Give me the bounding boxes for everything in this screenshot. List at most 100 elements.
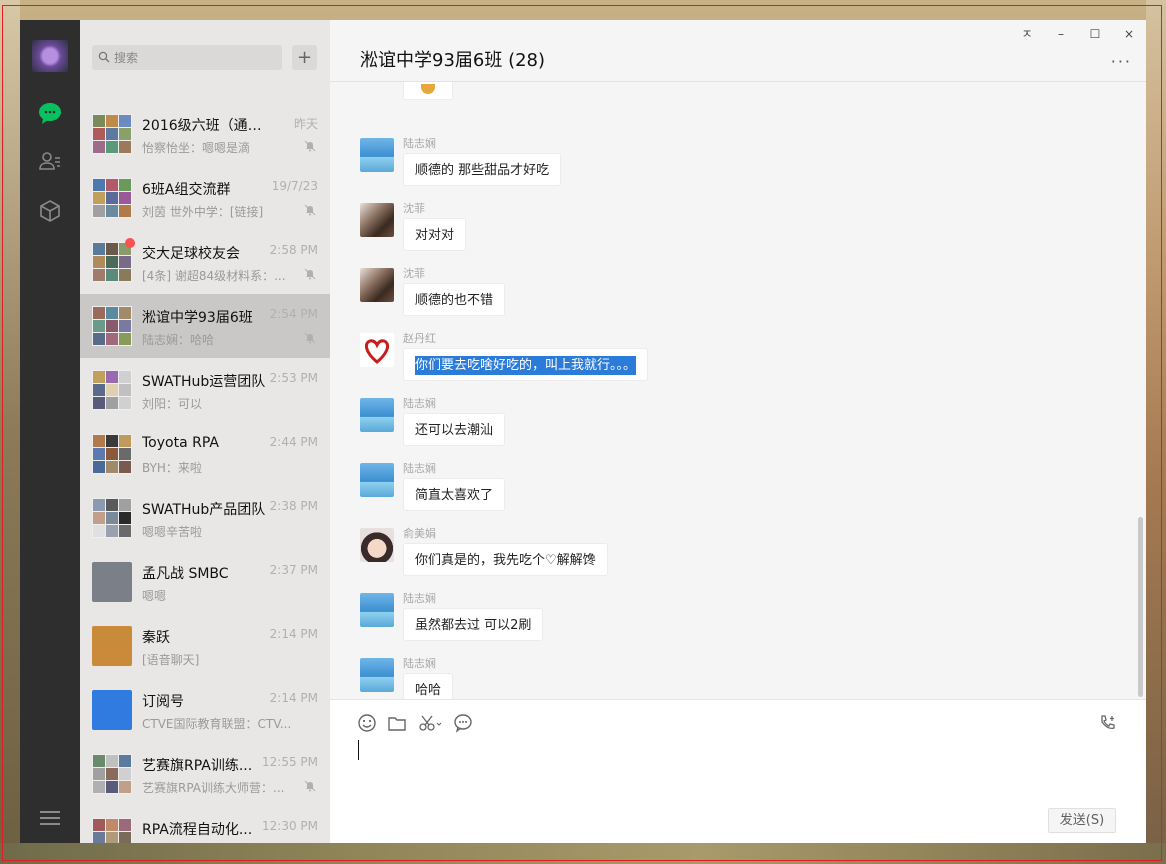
conversation-time: 2:14 PM bbox=[269, 691, 318, 705]
conversation-item[interactable]: 孟凡战 SMBC 2:37 PM 嗯嗯 bbox=[80, 550, 330, 614]
conversation-avatar bbox=[92, 754, 132, 794]
conversation-name: 艺赛旗RPA训练... bbox=[142, 758, 253, 774]
conversation-item[interactable]: 交大足球校友会 2:58 PM [4条] 谢超84级材料系：... bbox=[80, 230, 330, 294]
sender-avatar[interactable] bbox=[360, 463, 394, 497]
sender-avatar[interactable] bbox=[360, 398, 394, 432]
sender-name: 沈菲 bbox=[403, 202, 425, 215]
conversation-time: 2:58 PM bbox=[269, 243, 318, 257]
conversation-preview: 嗯嗯 bbox=[142, 589, 167, 603]
conversation-item[interactable]: SWATHub产品团队 2:38 PM 嗯嗯辛苦啦 bbox=[80, 486, 330, 550]
chat-history-icon[interactable] bbox=[453, 713, 473, 733]
contacts-icon[interactable] bbox=[37, 148, 63, 174]
my-avatar[interactable] bbox=[32, 40, 68, 72]
conversation-time: 2:53 PM bbox=[269, 371, 318, 385]
desktop-background-left bbox=[0, 0, 20, 864]
scissors-icon[interactable] bbox=[418, 713, 442, 733]
wechat-window: + 2016级六班（通知通... 昨天怡察怡坐：嗯嗯是滴 6班A组交流群 19/7/2… bbox=[20, 20, 1146, 843]
conversation-item[interactable]: 淞谊中学93届6班 2:54 PM 陆志娴：哈哈 bbox=[80, 294, 330, 358]
sender-avatar[interactable] bbox=[360, 203, 394, 237]
sender-avatar[interactable] bbox=[360, 528, 394, 562]
message-bubble[interactable]: 虽然都去过 可以2刷 bbox=[403, 608, 544, 641]
conversation-preview: 嗯嗯辛苦啦 bbox=[142, 525, 203, 539]
folder-icon[interactable] bbox=[387, 713, 407, 733]
minimize-button[interactable]: – bbox=[1050, 26, 1072, 42]
desktop-background-right bbox=[1146, 0, 1166, 864]
video-call-icon[interactable] bbox=[1098, 713, 1118, 733]
pin-button[interactable]: ㅈ bbox=[1016, 26, 1038, 42]
conversation-preview: 刘阳：可以 bbox=[142, 397, 203, 411]
mute-bell-icon bbox=[304, 140, 316, 152]
conversation-time: 2:14 PM bbox=[269, 627, 318, 641]
conversation-item[interactable]: RPA流程自动化...12:30 PM曹兵²⁰¹8：这个需求不小... bbox=[80, 806, 330, 843]
message-text: 你们要去吃啥好吃的，叫上我就行。。。 bbox=[415, 356, 637, 375]
conversation-item[interactable]: 6班A组交流群 19/7/23 刘茵 世外中学：[链接] bbox=[80, 166, 330, 230]
conversation-avatar bbox=[92, 690, 132, 730]
message-row: 陆志娴 顺德的 那些甜品才好吃 bbox=[360, 137, 1060, 198]
conversation-name: SWATHub运营团队 bbox=[142, 374, 266, 390]
message-row: 陆志娴虽然都去过 可以2刷 bbox=[360, 592, 1060, 653]
conversation-preview: 陆志娴：哈哈 bbox=[142, 333, 215, 347]
message-bubble[interactable]: 哈哈 bbox=[403, 673, 454, 699]
sender-name: 陆志娴 bbox=[403, 462, 436, 475]
message-input[interactable] bbox=[358, 740, 1118, 800]
conversation-item[interactable]: 秦跃 2:14 PM [语音聊天] bbox=[80, 614, 330, 678]
sender-name: 陆志娴 bbox=[403, 592, 436, 605]
conversation-preview: 怡察怡坐：嗯嗯是滴 bbox=[142, 141, 251, 155]
message-area[interactable]: 陆志娴 顺德的 那些甜品才好吃 沈菲 对对对 沈菲 顺德的也不错 赵丹红 你们要去吃啥好吃的，… bbox=[330, 82, 1146, 699]
conversation-name: 6班A组交流群 bbox=[142, 182, 231, 198]
partial-message bbox=[403, 82, 453, 100]
conversation-time: 2:44 PM bbox=[269, 435, 318, 449]
chats-icon[interactable] bbox=[37, 100, 63, 126]
search-box bbox=[92, 45, 282, 70]
conversation-item[interactable]: 2016级六班（通知通... 昨天怡察怡坐：嗯嗯是滴 bbox=[80, 102, 330, 166]
conversation-item[interactable]: SWATHub运营团队 2:53 PM 刘阳：可以 bbox=[80, 358, 330, 422]
send-button[interactable]: 发送(S) bbox=[1048, 808, 1116, 833]
message-bubble[interactable]: 你们真是的，我先吃个♡解解馋 bbox=[403, 543, 608, 576]
maximize-button[interactable]: ☐ bbox=[1084, 26, 1106, 42]
message-bubble[interactable]: 简直太喜欢了 bbox=[403, 478, 506, 511]
message-scrollbar[interactable] bbox=[1138, 517, 1143, 697]
more-options-button[interactable]: ··· bbox=[1111, 52, 1132, 71]
message-text: 顺德的也不错 bbox=[415, 293, 494, 308]
message-bubble[interactable]: 你们要去吃啥好吃的，叫上我就行。。。 bbox=[403, 348, 649, 381]
nav-rail bbox=[20, 20, 80, 843]
conversation-preview: CTVE国际教育联盟：CTV... bbox=[142, 717, 292, 731]
sender-avatar[interactable] bbox=[360, 138, 394, 172]
sender-name: 沈菲 bbox=[403, 267, 425, 280]
sender-avatar[interactable] bbox=[360, 268, 394, 302]
emoji-icon[interactable] bbox=[357, 713, 377, 733]
message-row: 陆志娴 还可以去潮汕 bbox=[360, 397, 1060, 458]
message-row: 沈菲顺德的也不错 bbox=[360, 267, 1060, 328]
conversation-name: SWATHub产品团队 bbox=[142, 502, 266, 518]
mute-bell-icon bbox=[304, 332, 316, 344]
sender-avatar[interactable] bbox=[360, 593, 394, 627]
menu-icon[interactable] bbox=[40, 811, 60, 825]
message-row: 沈菲 对对对 bbox=[360, 202, 1060, 263]
message-bubble[interactable]: 顺德的 那些甜品才好吃 bbox=[403, 153, 562, 186]
close-button[interactable]: × bbox=[1118, 26, 1140, 42]
search-input[interactable] bbox=[114, 45, 274, 70]
conversation-time: 19/7/23 bbox=[271, 179, 318, 193]
conversation-time: 昨天 bbox=[293, 117, 318, 131]
conversation-item[interactable]: 订阅号 2:14 PM CTVE国际教育联盟：CTV... bbox=[80, 678, 330, 742]
sender-avatar[interactable] bbox=[360, 658, 394, 692]
conversation-avatar bbox=[92, 434, 132, 474]
message-bubble[interactable]: 还可以去潮汕 bbox=[403, 413, 506, 446]
message-bubble[interactable]: 对对对 bbox=[403, 218, 467, 251]
conversation-item[interactable]: 艺赛旗RPA训练... 12:55 PM 艺赛旗RPA训练大师营：... bbox=[80, 742, 330, 806]
conversation-item[interactable]: Toyota RPA 2:44 PM BYH：来啦 bbox=[80, 422, 330, 486]
conversation-name: 交大足球校友会 bbox=[142, 246, 240, 262]
message-bubble[interactable]: 顺德的也不错 bbox=[403, 283, 506, 316]
conversation-time: 2:38 PM bbox=[269, 499, 318, 513]
conversation-name: 淞谊中学93届6班 bbox=[142, 310, 253, 326]
conversation-name: 秦跃 bbox=[142, 630, 170, 646]
conversation-preview: [语音聊天] bbox=[142, 653, 200, 667]
sender-avatar[interactable] bbox=[360, 333, 394, 367]
conversation-time: 12:55 PM bbox=[262, 755, 318, 769]
conversation-preview: BYH：来啦 bbox=[142, 461, 202, 475]
conversation-name: 2016级六班（通知通... bbox=[142, 118, 272, 134]
favorites-icon[interactable] bbox=[37, 198, 63, 224]
search-icon bbox=[98, 51, 110, 63]
conversation-preview: 艺赛旗RPA训练大师营：... bbox=[142, 781, 285, 795]
add-chat-button[interactable]: + bbox=[292, 45, 317, 70]
